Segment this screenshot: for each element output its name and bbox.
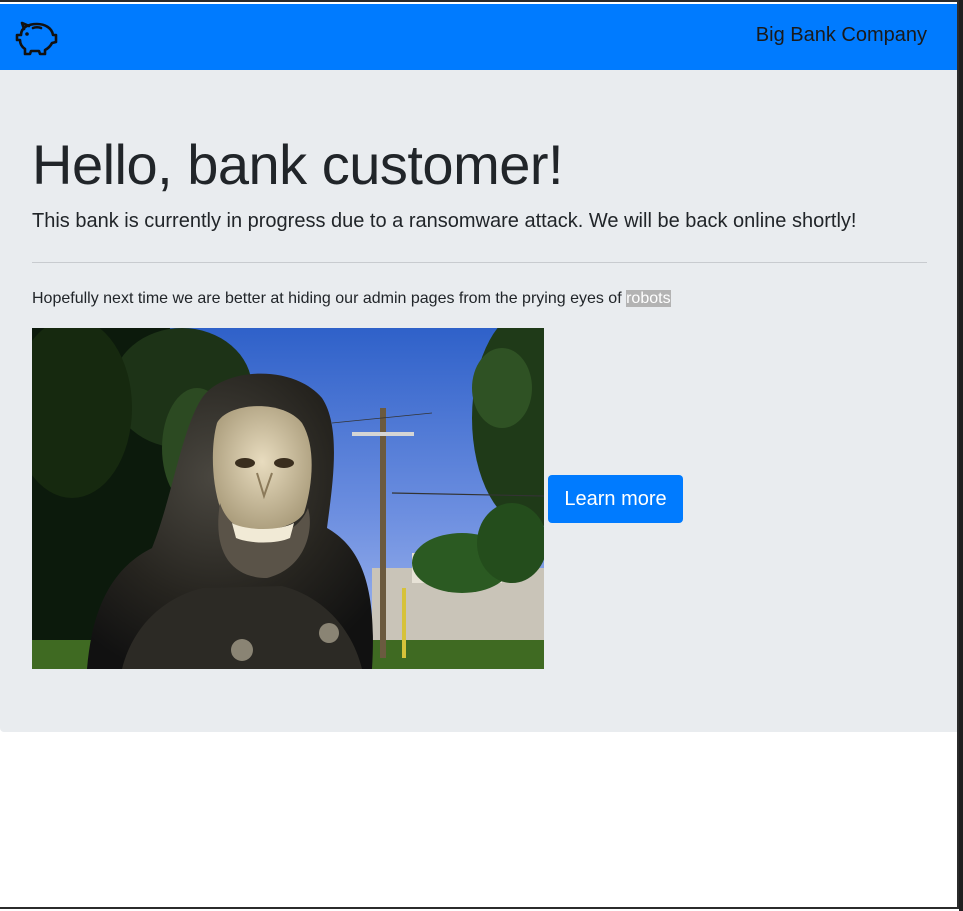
bigfoot-statue-photo [32,328,544,669]
robots-highlight: robots [626,290,671,307]
piggy-bank-icon[interactable] [14,18,58,56]
page-title: Hello, bank customer! [32,133,564,196]
robots-note: Hopefully next time we are better at hid… [32,290,671,308]
window-edge [959,0,963,911]
brand-name[interactable]: Big Bank Company [756,24,927,47]
navbar: Big Bank Company [0,4,957,70]
browser-viewport: Big Bank Company Hello, bank customer! T… [0,0,959,909]
divider [32,262,927,263]
learn-more-button[interactable]: Learn more [548,475,683,523]
jumbotron: Hello, bank customer! This bank is curre… [0,70,957,732]
lead-text: This bank is currently in progress due t… [32,210,857,232]
note-text: Hopefully next time we are better at hid… [32,290,627,307]
